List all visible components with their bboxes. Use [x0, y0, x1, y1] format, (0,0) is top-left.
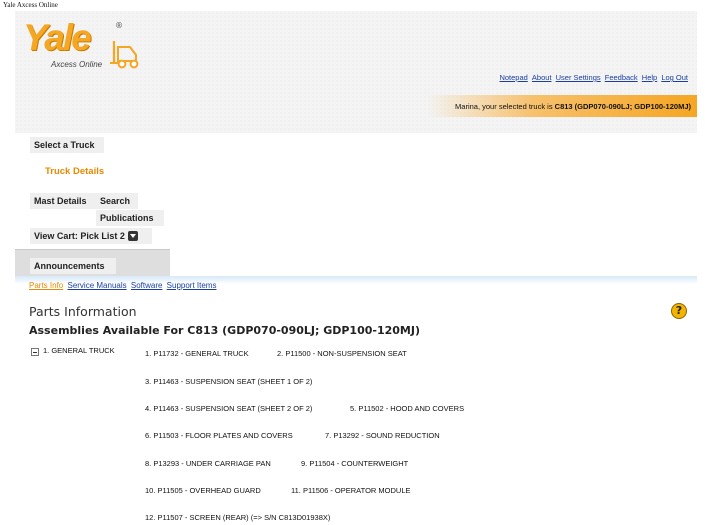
part-link[interactable]: 4. P11463 - SUSPENSION SEAT (SHEET 2 OF … — [145, 404, 312, 413]
help-icon[interactable]: ? — [671, 303, 687, 319]
page-title: Parts Information — [29, 304, 137, 319]
selected-truck-value: C813 (GDP070-090LJ; GDP100-120MJ) — [554, 102, 691, 111]
nav-search[interactable]: Search — [96, 193, 138, 209]
part-link[interactable]: 11. P11506 - OPERATOR MODULE — [291, 486, 411, 495]
nav-select-truck[interactable]: Select a Truck — [30, 137, 104, 153]
assemblies-heading: Assemblies Available For C813 (GDP070-09… — [29, 324, 420, 337]
part-link[interactable]: 1. P11732 - GENERAL TRUCK — [145, 349, 249, 358]
link-feedback[interactable]: Feedback — [605, 73, 638, 82]
part-link[interactable]: 3. P11463 - SUSPENSION SEAT (SHEET 1 OF … — [145, 377, 312, 386]
nav-announcements[interactable]: Announcements — [30, 258, 116, 274]
top-links: Notepad About User Settings Feedback Hel… — [497, 73, 688, 82]
link-user-settings[interactable]: User Settings — [556, 73, 601, 82]
link-notepad[interactable]: Notepad — [499, 73, 527, 82]
nav-mast-details[interactable]: Mast Details — [30, 193, 96, 209]
header-banner: Yale ® Axcess Online Notepad About User … — [15, 11, 697, 133]
link-help[interactable]: Help — [642, 73, 657, 82]
forklift-icon — [110, 41, 139, 69]
selected-truck-prefix: Marina, your selected truck is — [455, 102, 555, 111]
tab-support-items[interactable]: Support Items — [167, 281, 217, 290]
tab-service-manuals[interactable]: Service Manuals — [67, 281, 126, 290]
selected-truck-bar: Marina, your selected truck is C813 (GDP… — [427, 95, 697, 117]
part-link[interactable]: 7. P13292 - SOUND REDUCTION — [325, 431, 440, 440]
link-about[interactable]: About — [532, 73, 552, 82]
view-cart-label: View Cart: Pick List 2 — [34, 231, 125, 241]
yale-logo: Yale ® Axcess Online — [23, 17, 143, 81]
part-link[interactable]: 5. P11502 - HOOD AND COVERS — [350, 404, 464, 413]
part-link[interactable]: 6. P11503 - FLOOR PLATES AND COVERS — [145, 431, 293, 440]
info-tabs: Parts Info Service Manuals Software Supp… — [29, 281, 218, 290]
chevron-down-icon[interactable] — [127, 230, 138, 241]
nav-publications[interactable]: Publications — [96, 210, 164, 226]
logo-registered-mark: ® — [115, 21, 123, 30]
window-title: Yale Axcess Online — [3, 1, 58, 9]
nav-view-cart[interactable]: View Cart: Pick List 2 — [30, 228, 152, 244]
nav-truck-details[interactable]: Truck Details — [41, 164, 108, 180]
assembly-group-label[interactable]: 1. GENERAL TRUCK — [43, 346, 115, 355]
tab-parts-info[interactable]: Parts Info — [29, 281, 63, 290]
link-log-out[interactable]: Log Out — [661, 73, 688, 82]
part-link[interactable]: 2. P11500 - NON-SUSPENSION SEAT — [277, 349, 407, 358]
part-link[interactable]: 8. P13293 - UNDER CARRIAGE PAN — [145, 459, 271, 468]
collapse-toggle-icon[interactable] — [31, 348, 39, 356]
logo-word: Yale — [23, 17, 92, 58]
part-link[interactable]: 12. P11507 - SCREEN (REAR) (=> S/N C813D… — [145, 513, 330, 522]
part-link[interactable]: 10. P11505 - OVERHEAD GUARD — [145, 486, 261, 495]
logo-subtitle: Axcess Online — [51, 60, 103, 69]
part-link[interactable]: 9. P11504 - COUNTERWEIGHT — [301, 459, 408, 468]
tab-software[interactable]: Software — [131, 281, 163, 290]
